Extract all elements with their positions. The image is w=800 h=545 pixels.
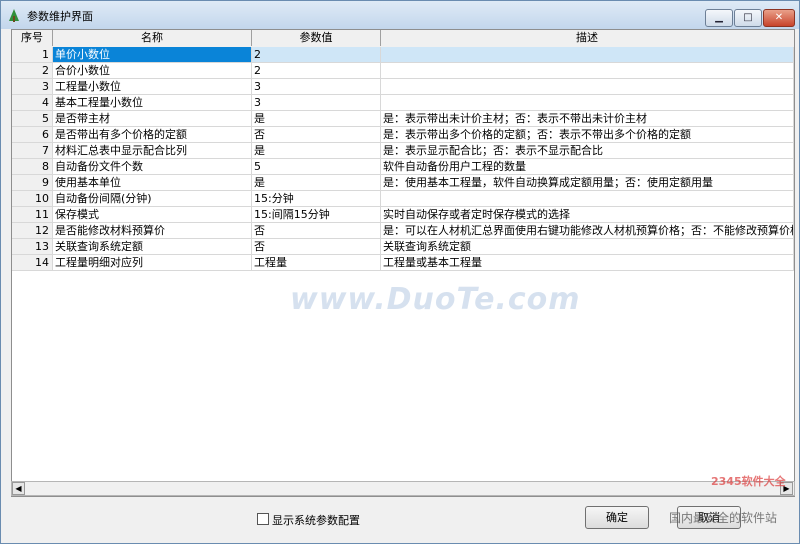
table-row[interactable]: 5 是否带主材是是：表示带出未计价主材；否：表示不带出未计价主材 [12, 111, 794, 127]
param-desc-cell[interactable] [381, 191, 794, 206]
table-row[interactable]: 11 保存模式 15:间隔15分钟 实时自动保存或者定时保存模式的选择 [12, 207, 794, 223]
parameter-grid[interactable]: 序号 名称 参数值 描述 1 单价小数位 2 2 合价小数位 2 3 工程量小数位 3 4 基本工程… [11, 29, 795, 497]
row-number: 4 [12, 95, 53, 110]
param-value-cell[interactable]: 2 [252, 63, 381, 78]
table-row[interactable]: 7 材料汇总表中显示配合比列是是：表示显示配合比；否：表示不显示配合比 [12, 143, 794, 159]
column-header-value[interactable]: 参数值 [252, 30, 381, 46]
param-desc-cell[interactable]: 关联查询系统定额 [381, 239, 794, 254]
table-row[interactable]: 3 工程量小数位 3 [12, 79, 794, 95]
param-name-cell[interactable]: 关联查询系统定额 [53, 239, 252, 254]
param-value-cell[interactable]: 是 [252, 175, 381, 190]
param-desc-cell[interactable]: 是：表示带出多个价格的定额；否：表示不带出多个价格的定额 [381, 127, 794, 142]
corner-watermark-logo: 2345软件大全 [711, 475, 786, 488]
param-desc-cell[interactable]: 是：使用基本工程量，软件自动换算成定额用量；否：使用定额用量 [381, 175, 794, 190]
param-desc-cell[interactable]: 是：可以在人材机汇总界面使用右键功能修改人材机预算价格；否：不能修改预算价格 [381, 223, 794, 238]
param-name-cell[interactable]: 单价小数位 [53, 47, 252, 62]
param-value-cell[interactable]: 15:分钟 [252, 191, 381, 206]
row-number: 6 [12, 127, 53, 142]
table-row[interactable]: 4 基本工程量小数位 3 [12, 95, 794, 111]
corner-watermark-text: 国内最安全的软件站 [669, 511, 778, 525]
column-header-desc[interactable]: 描述 [381, 30, 793, 46]
param-desc-cell[interactable] [381, 47, 794, 62]
window-title: 参数维护界面 [27, 10, 93, 23]
row-number: 14 [12, 255, 53, 270]
param-desc-cell[interactable]: 是：表示显示配合比；否：表示不显示配合比 [381, 143, 794, 158]
table-row[interactable]: 6 是否带出有多个价格的定额否是：表示带出多个价格的定额；否：表示不带出多个价格的… [12, 127, 794, 143]
table-row[interactable]: 12 是否能修改材料预算价否是：可以在人材机汇总界面使用右键功能修改人材机预算价格… [12, 223, 794, 239]
parameter-maintenance-window: 参数维护界面 ▁ □ ✕ 序号 名称 参数值 描述 1 单价小数位 2 2 合价小数位 2… [0, 0, 800, 544]
table-row[interactable]: 1 单价小数位 2 [12, 47, 794, 63]
app-icon [9, 9, 19, 22]
row-number: 8 [12, 159, 53, 174]
row-number: 12 [12, 223, 53, 238]
param-value-cell[interactable]: 是 [252, 143, 381, 158]
param-value-cell[interactable]: 5 [252, 159, 381, 174]
param-value-cell[interactable]: 3 [252, 95, 381, 110]
row-number: 7 [12, 143, 53, 158]
param-desc-cell[interactable]: 工程量或基本工程量 [381, 255, 794, 270]
table-row[interactable]: 8 自动备份文件个数 5 软件自动备份用户工程的数量 [12, 159, 794, 175]
table-row[interactable]: 9 使用基本单位是是：使用基本工程量，软件自动换算成定额用量；否：使用定额用量 [12, 175, 794, 191]
scroll-left-icon[interactable]: ◀ [12, 482, 25, 495]
param-value-cell[interactable]: 是 [252, 111, 381, 126]
param-name-cell[interactable]: 是否能修改材料预算价 [53, 223, 252, 238]
maximize-button[interactable]: □ [734, 9, 762, 27]
column-header-no[interactable]: 序号 [12, 30, 53, 46]
row-number: 11 [12, 207, 53, 222]
table-row[interactable]: 13 关联查询系统定额否关联查询系统定额 [12, 239, 794, 255]
param-value-cell[interactable]: 否 [252, 127, 381, 142]
param-value-cell[interactable]: 否 [252, 223, 381, 238]
param-desc-cell[interactable]: 实时自动保存或者定时保存模式的选择 [381, 207, 794, 222]
row-number: 5 [12, 111, 53, 126]
row-number: 10 [12, 191, 53, 206]
row-number: 9 [12, 175, 53, 190]
table-row[interactable]: 2 合价小数位 2 [12, 63, 794, 79]
param-name-cell[interactable]: 是否带主材 [53, 111, 252, 126]
show-system-config-label: 显示系统参数配置 [272, 514, 360, 527]
row-number: 3 [12, 79, 53, 94]
param-name-cell[interactable]: 保存模式 [53, 207, 252, 222]
param-name-cell[interactable]: 自动备份间隔(分钟) [53, 191, 252, 206]
close-button[interactable]: ✕ [763, 9, 795, 27]
param-value-cell[interactable]: 15:间隔15分钟 [252, 207, 381, 222]
param-name-cell[interactable]: 工程量明细对应列 [53, 255, 252, 270]
param-desc-cell[interactable] [381, 79, 794, 94]
param-value-cell[interactable]: 3 [252, 79, 381, 94]
column-header-name[interactable]: 名称 [53, 30, 252, 46]
row-number: 13 [12, 239, 53, 254]
title-bar[interactable]: 参数维护界面 ▁ □ ✕ [1, 1, 799, 29]
param-name-cell[interactable]: 工程量小数位 [53, 79, 252, 94]
row-number: 1 [12, 47, 53, 62]
ok-button[interactable]: 确定 [585, 506, 649, 529]
param-name-cell[interactable]: 使用基本单位 [53, 175, 252, 190]
table-row[interactable]: 10 自动备份间隔(分钟) 15:分钟 [12, 191, 794, 207]
center-watermark: www.DuoTe.com [290, 282, 581, 317]
param-value-cell[interactable]: 2 [252, 47, 381, 62]
param-name-cell[interactable]: 是否带出有多个价格的定额 [53, 127, 252, 142]
param-name-cell[interactable]: 材料汇总表中显示配合比列 [53, 143, 252, 158]
param-desc-cell[interactable] [381, 95, 794, 110]
corner-watermark: 2345软件大全 国内最安全的软件站 [663, 467, 799, 545]
param-value-cell[interactable]: 否 [252, 239, 381, 254]
row-number: 2 [12, 63, 53, 78]
minimize-button[interactable]: ▁ [705, 9, 733, 27]
param-name-cell[interactable]: 自动备份文件个数 [53, 159, 252, 174]
param-name-cell[interactable]: 基本工程量小数位 [53, 95, 252, 110]
table-row[interactable]: 14 工程量明细对应列 工程量 工程量或基本工程量 [12, 255, 794, 271]
grid-header: 序号 名称 参数值 描述 [12, 30, 794, 48]
show-system-config-checkbox[interactable] [257, 513, 269, 525]
param-value-cell[interactable]: 工程量 [252, 255, 381, 270]
param-desc-cell[interactable]: 软件自动备份用户工程的数量 [381, 159, 794, 174]
param-desc-cell[interactable] [381, 63, 794, 78]
param-name-cell[interactable]: 合价小数位 [53, 63, 252, 78]
param-desc-cell[interactable]: 是：表示带出未计价主材；否：表示不带出未计价主材 [381, 111, 794, 126]
